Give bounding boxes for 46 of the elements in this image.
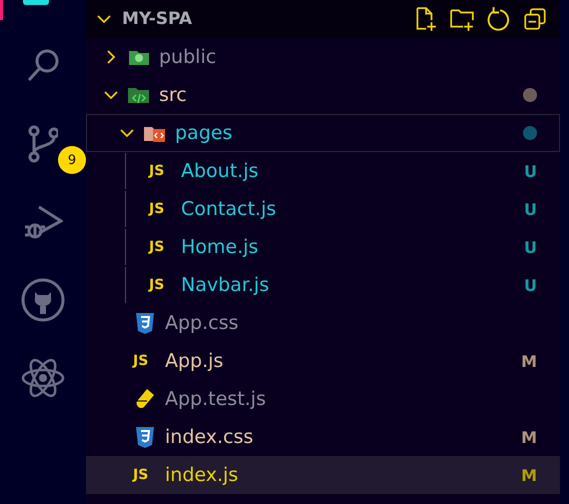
git-status-letter: U bbox=[524, 238, 537, 256]
file-name: public bbox=[159, 46, 218, 68]
javascript-file-icon: JS bbox=[133, 467, 157, 483]
file-name: App.css bbox=[165, 312, 240, 334]
github-icon[interactable] bbox=[21, 278, 65, 322]
file-name: index.css bbox=[165, 426, 254, 448]
tree-item[interactable]: App.css bbox=[86, 304, 560, 342]
git-status-letter: M bbox=[521, 352, 537, 370]
tree-item[interactable]: src bbox=[86, 76, 560, 114]
css-shield-icon bbox=[133, 311, 157, 335]
file-name: pages bbox=[175, 122, 234, 144]
file-name: Home.js bbox=[181, 236, 260, 258]
git-status-letter: U bbox=[524, 276, 537, 294]
javascript-file-icon: JS bbox=[149, 277, 173, 293]
git-status-letter: U bbox=[524, 200, 537, 218]
git-status-letter: M bbox=[521, 466, 537, 484]
git-status-letter: M bbox=[521, 428, 537, 446]
tree-item[interactable]: JS Navbar.js U bbox=[86, 266, 560, 304]
file-name: About.js bbox=[181, 160, 260, 182]
count-badge: 9 bbox=[58, 146, 86, 174]
tree-item[interactable]: public bbox=[86, 38, 560, 76]
tree-item[interactable]: JS About.js U bbox=[86, 152, 560, 190]
tree-item[interactable]: pages bbox=[86, 114, 560, 152]
refresh-icon[interactable] bbox=[486, 6, 512, 32]
css-shield-icon bbox=[133, 425, 157, 449]
branch-icon[interactable] bbox=[28, 124, 58, 164]
tree-item[interactable]: index.css M bbox=[86, 418, 560, 456]
file-name: src bbox=[159, 84, 188, 106]
javascript-file-icon: JS bbox=[133, 353, 157, 369]
javascript-file-icon: JS bbox=[149, 201, 173, 217]
tree-item[interactable]: JS App.js M bbox=[86, 342, 560, 380]
git-status-letter: U bbox=[524, 162, 537, 180]
project-title: MY-SPA bbox=[122, 9, 192, 29]
file-name: Contact.js bbox=[181, 198, 278, 220]
tree-item[interactable]: JS Home.js U bbox=[86, 228, 560, 266]
file-name: App.test.js bbox=[165, 388, 267, 410]
file-name: Navbar.js bbox=[181, 274, 270, 296]
javascript-file-icon: JS bbox=[149, 163, 173, 179]
tree-item[interactable]: JS Contact.js U bbox=[86, 190, 560, 228]
tree-item[interactable]: App.test.js bbox=[86, 380, 560, 418]
collapse-all-icon[interactable] bbox=[522, 6, 548, 32]
file-name: index.js bbox=[165, 464, 240, 486]
atom-icon[interactable] bbox=[21, 356, 65, 400]
file-name: App.js bbox=[165, 350, 224, 372]
tree-item[interactable]: JS index.js M bbox=[86, 456, 560, 494]
javascript-file-icon: JS bbox=[149, 239, 173, 255]
